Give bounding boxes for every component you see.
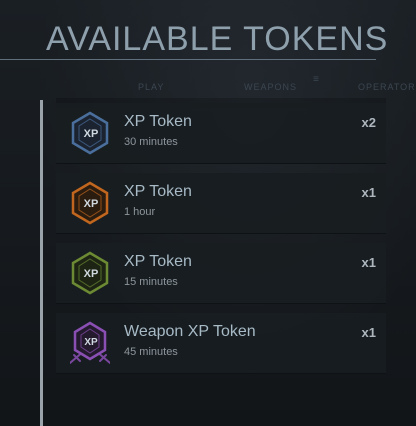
token-quantity: x1	[361, 255, 376, 270]
token-quantity: x1	[361, 325, 376, 340]
token-duration: 15 minutes	[124, 276, 178, 288]
xp-token-icon-blue: XP	[71, 111, 109, 155]
token-quantity: x1	[361, 185, 376, 200]
token-name: XP Token	[124, 183, 192, 200]
weapon-xp-token-icon-purple: XP	[70, 321, 110, 364]
token-card[interactable]: XP Weapon XP Token 45 minutes x1	[56, 313, 386, 374]
token-quantity: x2	[361, 115, 376, 130]
token-duration: 30 minutes	[124, 136, 178, 148]
page-title: AVAILABLE TOKENS	[46, 20, 389, 58]
nav-tab-play[interactable]: PLAY	[138, 82, 164, 92]
token-duration: 45 minutes	[124, 346, 178, 358]
svg-text:XP: XP	[84, 337, 98, 348]
token-name: XP Token	[124, 253, 192, 270]
token-duration: 1 hour	[124, 206, 156, 218]
svg-text:XP: XP	[84, 268, 99, 280]
svg-text:XP: XP	[84, 128, 99, 140]
xp-token-icon-green: XP	[71, 251, 109, 295]
top-nav: PLAY WEAPONS ≡ OPERATORS	[0, 74, 416, 100]
token-name: Weapon XP Token	[124, 323, 256, 340]
nav-tab-operators[interactable]: OPERATORS	[358, 82, 416, 92]
token-card[interactable]: XP XP Token 1 hour x1	[56, 173, 386, 234]
nav-tab-weapons[interactable]: WEAPONS	[244, 82, 297, 92]
side-scroll-bar	[40, 100, 43, 426]
title-divider	[0, 59, 376, 60]
nav-menu-icon: ≡	[313, 74, 319, 85]
token-card[interactable]: XP XP Token 15 minutes x1	[56, 243, 386, 304]
svg-text:XP: XP	[84, 198, 99, 210]
xp-token-icon-orange: XP	[71, 181, 109, 225]
token-list: XP XP Token 30 minutes x2 XP XP Token 1 …	[56, 103, 386, 383]
token-card[interactable]: XP XP Token 30 minutes x2	[56, 103, 386, 164]
token-name: XP Token	[124, 113, 192, 130]
